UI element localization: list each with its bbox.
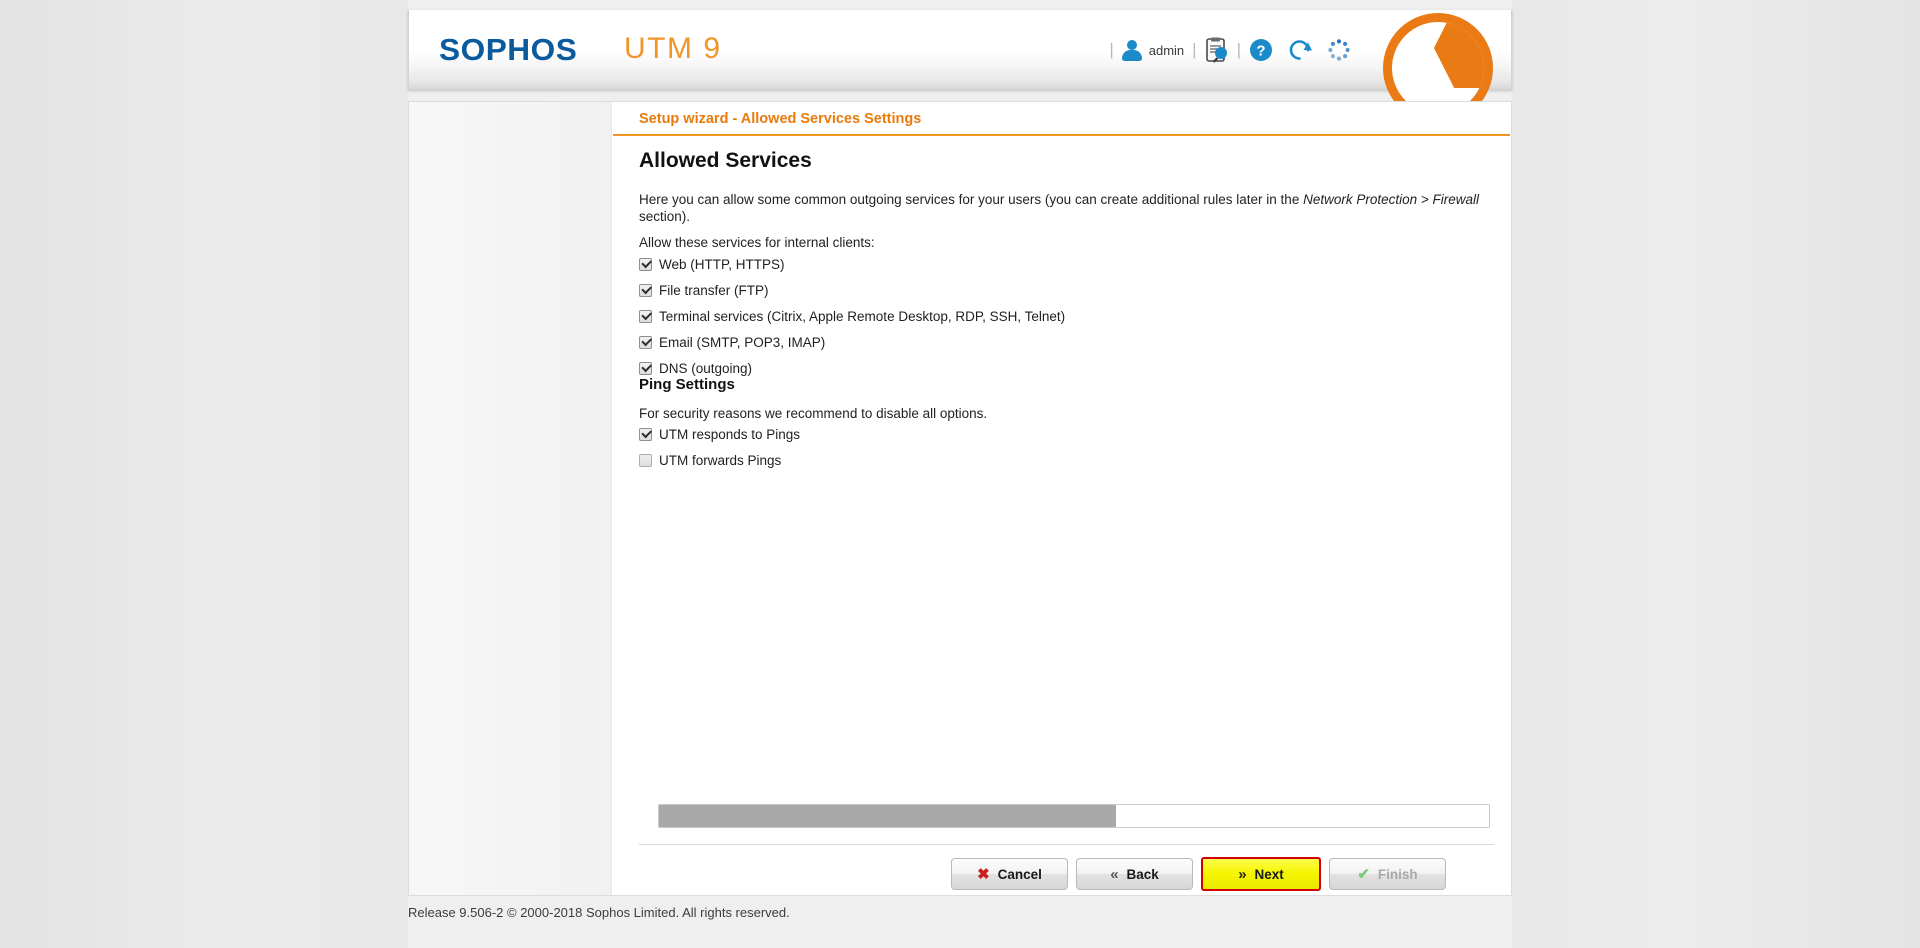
intro-description: Here you can allow some common outgoing …	[639, 191, 1494, 225]
check-icon: ✔	[1357, 865, 1370, 883]
close-icon: ✖	[977, 865, 990, 883]
checkbox-utm-responds-to-pings[interactable]	[639, 428, 652, 441]
help-icon[interactable]: ?	[1249, 38, 1273, 62]
checkbox-dns[interactable]	[639, 362, 652, 375]
checkbox-email[interactable]	[639, 336, 652, 349]
checkbox-row-web[interactable]: Web (HTTP, HTTPS)	[639, 254, 1499, 275]
svg-text:?: ?	[1256, 43, 1265, 60]
checkbox-label-terminal-services: Terminal services (Citrix, Apple Remote …	[659, 309, 1066, 324]
checkbox-row-dns[interactable]: DNS (outgoing)	[639, 358, 1499, 379]
ping-settings-description: For security reasons we recommend to dis…	[639, 406, 988, 421]
next-button-label: Next	[1254, 866, 1284, 882]
user-icon[interactable]	[1121, 39, 1142, 61]
page-background-left	[0, 0, 408, 948]
footer-copyright: Release 9.506-2 © 2000-2018 Sophos Limit…	[408, 905, 790, 920]
finish-button: ✔ Finish	[1329, 858, 1446, 890]
back-button-label: Back	[1126, 866, 1159, 882]
chevron-left-icon: «	[1110, 865, 1119, 883]
sophos-wordmark: SOPHOS	[439, 32, 578, 67]
back-button[interactable]: « Back	[1076, 858, 1193, 890]
checkbox-file-transfer[interactable]	[639, 284, 652, 297]
checkbox-row-terminal-services[interactable]: Terminal services (Citrix, Apple Remote …	[639, 306, 1499, 327]
checkbox-row-file-transfer[interactable]: File transfer (FTP)	[639, 280, 1499, 301]
wizard-main: Setup wizard - Allowed Services Settings…	[613, 102, 1511, 895]
admin-username-label: admin	[1148, 42, 1185, 58]
services-group-label: Allow these services for internal client…	[639, 235, 875, 250]
cancel-button-label: Cancel	[997, 866, 1042, 882]
page-title: Allowed Services	[639, 149, 812, 172]
intro-text-part1: Here you can allow some common outgoing …	[639, 192, 1304, 207]
ping-options-list: UTM responds to Pings UTM forwards Pings	[639, 424, 800, 476]
wizard-progress-fill	[659, 805, 1116, 827]
checkbox-label-email: Email (SMTP, POP3, IMAP)	[659, 335, 826, 350]
wizard-progress-bar	[658, 804, 1490, 828]
intro-text-emphasis: Network Protection > Firewall	[1303, 192, 1480, 207]
checkbox-terminal-services[interactable]	[639, 310, 652, 323]
page-background-right	[1512, 0, 1920, 948]
header-toolbar: | admin | | ?	[1101, 10, 1351, 90]
wizard-button-bar: ✖ Cancel « Back » Next ✔ Finish	[951, 857, 1454, 891]
checkbox-web[interactable]	[639, 258, 652, 271]
title-divider	[613, 134, 1510, 136]
header-separator: |	[1236, 40, 1241, 59]
allowed-services-list: Web (HTTP, HTTPS) File transfer (FTP) Te…	[639, 254, 1499, 384]
sidebar-placeholder	[409, 102, 612, 895]
loading-spinner-icon	[1327, 38, 1351, 62]
checkbox-label-web: Web (HTTP, HTTPS)	[659, 257, 785, 272]
intro-text-part2: section).	[639, 209, 691, 224]
header-separator: |	[1192, 40, 1197, 59]
checkbox-row-email[interactable]: Email (SMTP, POP3, IMAP)	[639, 332, 1499, 353]
page-root: SOPHOS UTM 9 | admin | | ? Setup wizard …	[0, 0, 1920, 948]
clipboard-search-icon[interactable]	[1205, 37, 1229, 63]
finish-button-label: Finish	[1377, 866, 1418, 882]
wizard-breadcrumb-title: Setup wizard - Allowed Services Settings	[639, 111, 922, 127]
checkbox-label-file-transfer: File transfer (FTP)	[659, 283, 769, 298]
app-header: SOPHOS UTM 9 | admin | | ?	[408, 10, 1512, 123]
checkbox-row-utm-forwards-pings[interactable]: UTM forwards Pings	[639, 450, 800, 471]
reload-icon[interactable]	[1287, 37, 1313, 63]
checkbox-label-dns: DNS (outgoing)	[659, 361, 753, 376]
product-name-label: UTM 9	[624, 32, 722, 65]
button-bar-divider	[639, 844, 1494, 845]
content-panel: Setup wizard - Allowed Services Settings…	[408, 101, 1512, 896]
checkbox-label-utm-forwards-pings: UTM forwards Pings	[659, 453, 782, 468]
header-separator: |	[1109, 40, 1114, 59]
checkbox-utm-forwards-pings[interactable]	[639, 454, 652, 467]
checkbox-label-utm-responds-to-pings: UTM responds to Pings	[659, 427, 801, 442]
checkbox-row-utm-responds-to-pings[interactable]: UTM responds to Pings	[639, 424, 800, 445]
next-button[interactable]: » Next	[1201, 857, 1321, 891]
ping-settings-heading: Ping Settings	[639, 376, 735, 393]
chevron-right-icon: »	[1238, 865, 1247, 883]
cancel-button[interactable]: ✖ Cancel	[951, 858, 1068, 890]
